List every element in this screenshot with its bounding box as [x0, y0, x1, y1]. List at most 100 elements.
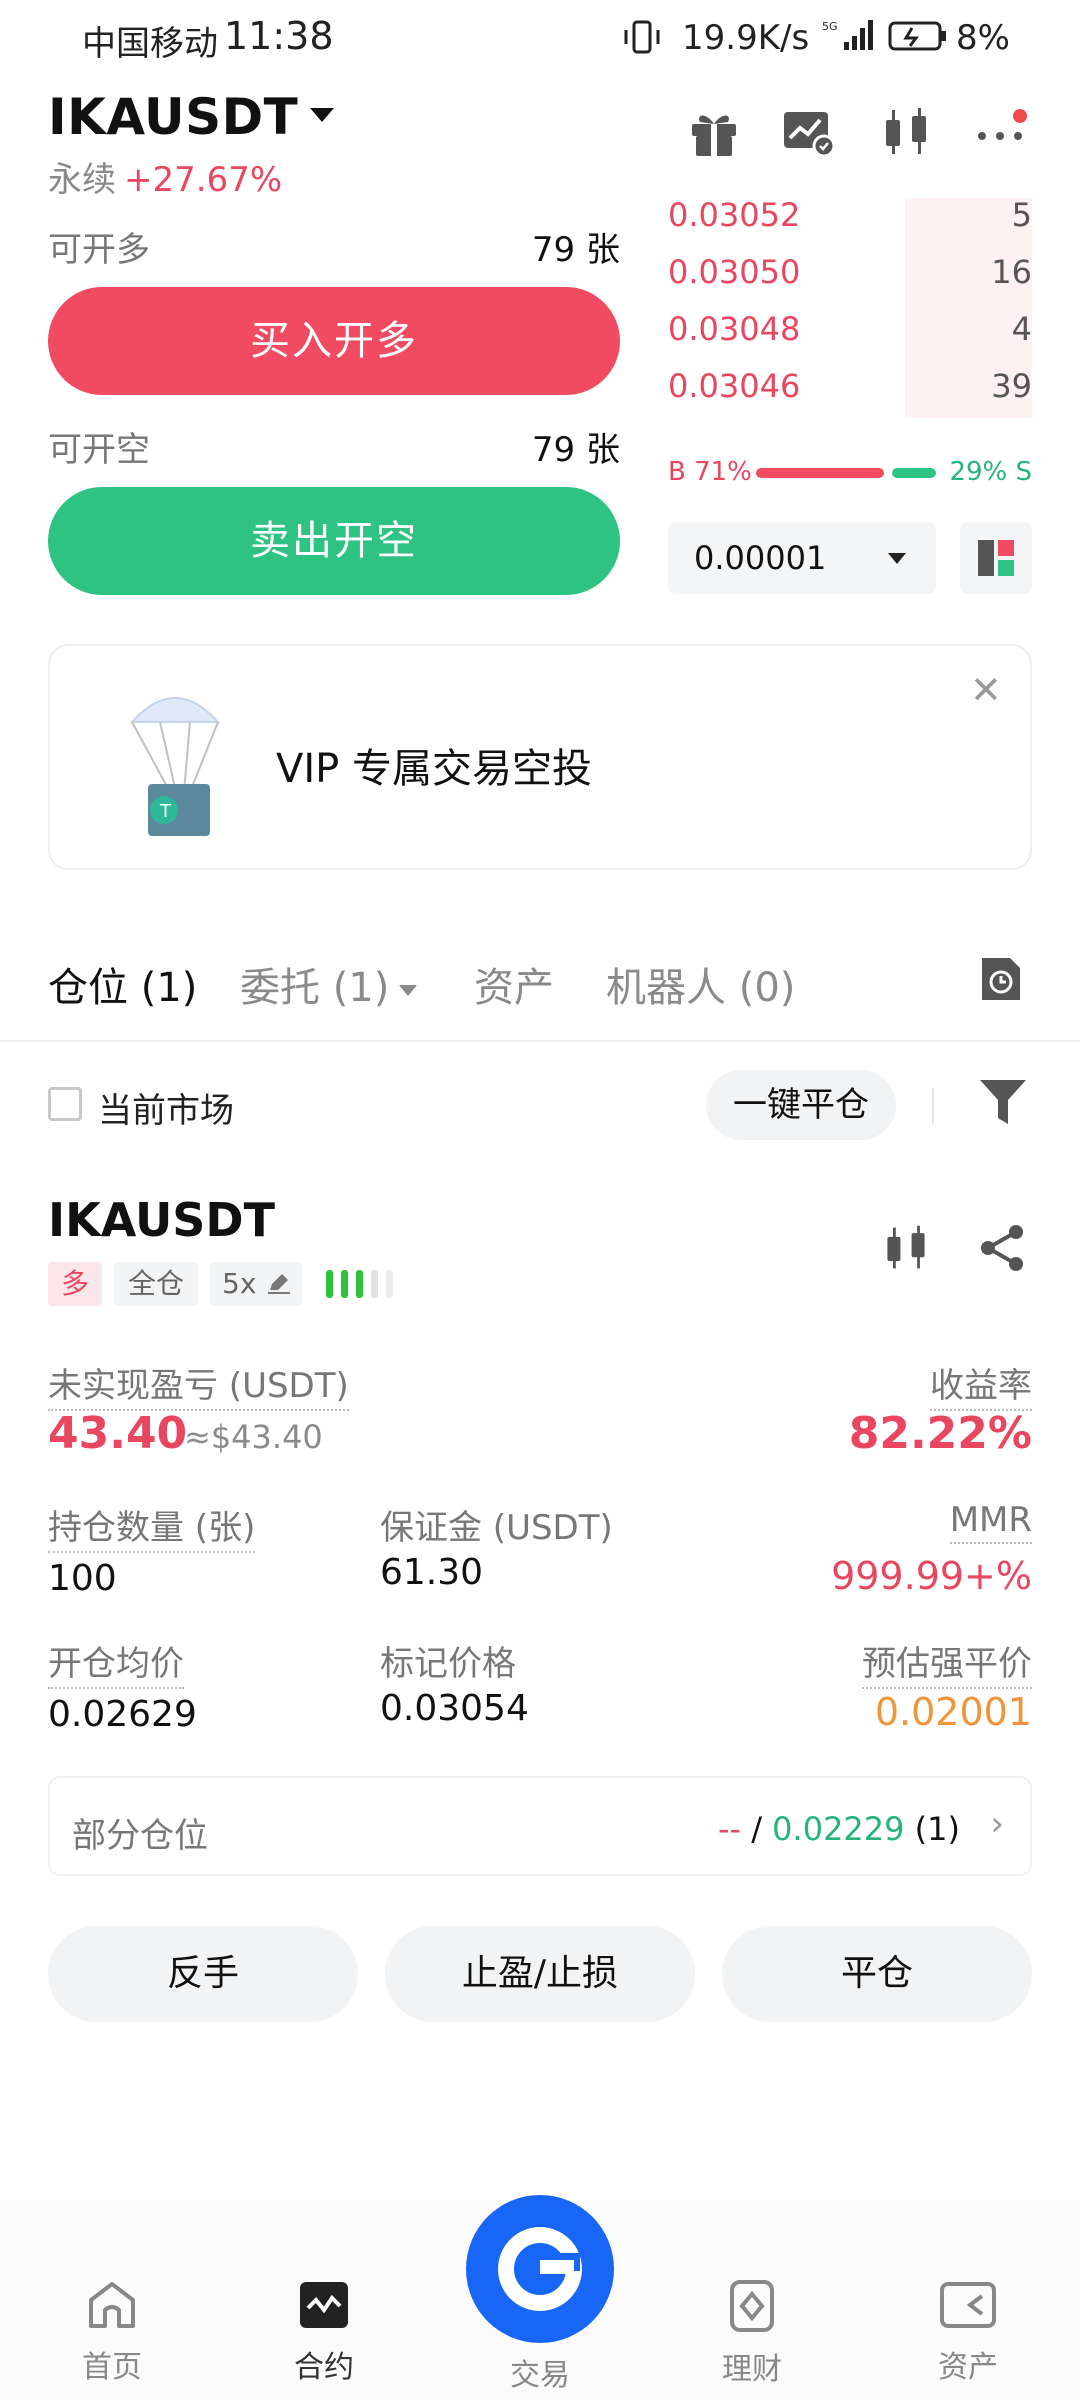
candlestick-icon[interactable] — [878, 104, 934, 160]
candlestick-icon[interactable] — [880, 1222, 932, 1274]
nav-trade[interactable]: 交易 — [470, 2350, 610, 2394]
vibrate-icon — [624, 20, 660, 54]
share-icon[interactable] — [976, 1222, 1028, 1274]
sell-ratio-label: 29% S — [949, 457, 1032, 487]
symbol-subtitle: 永续 +27.67% — [48, 152, 282, 201]
trade-center-button[interactable] — [466, 2195, 614, 2343]
position-size-value: 100 — [48, 1558, 117, 1599]
gift-icon[interactable] — [686, 104, 742, 160]
partial-separator: / — [751, 1810, 762, 1848]
more-icon[interactable] — [974, 104, 1030, 160]
side-tag: 多 — [48, 1262, 102, 1306]
ask-price[interactable]: 0.03048 — [668, 310, 800, 348]
edit-icon — [268, 1274, 290, 1294]
roi-value: 82.22% — [848, 1408, 1032, 1459]
position-size-label[interactable]: 持仓数量 (张) — [48, 1500, 256, 1553]
status-bar: 中国移动 11:38 19.9K/s 5G 8% — [0, 0, 1080, 74]
chart-alert-icon[interactable] — [780, 104, 836, 160]
margin-label: 保证金 (USDT) — [380, 1508, 613, 1548]
nav-trade-label: 交易 — [510, 2358, 570, 2393]
change-percent: +27.67% — [124, 160, 283, 200]
airdrop-parachute-icon: T — [129, 697, 221, 836]
nav-contract-label: 合约 — [294, 2350, 354, 2385]
nav-assets[interactable]: 资产 — [898, 2280, 1038, 2386]
svg-text:T: T — [159, 801, 172, 822]
nav-home-label: 首页 — [82, 2350, 142, 2385]
partial-count: (1) — [914, 1810, 960, 1848]
home-icon — [89, 2282, 135, 2328]
leverage-tag[interactable]: 5x — [210, 1262, 302, 1306]
partial-position-label: 部分仓位 — [72, 1816, 208, 1856]
ask-qty: 16 — [991, 253, 1032, 291]
nav-assets-label: 资产 — [938, 2350, 998, 2385]
svg-text:5G: 5G — [822, 20, 838, 33]
price-precision-select[interactable]: 0.00001 — [668, 522, 936, 594]
current-market-label: 当前市场 — [98, 1091, 234, 1131]
mmr-label[interactable]: MMR — [949, 1500, 1032, 1544]
partial-tp-value: -- — [717, 1810, 742, 1848]
signal-icon: 5G — [822, 20, 873, 50]
margin-mode-tag[interactable]: 全仓 — [114, 1262, 198, 1306]
contract-type: 永续 — [48, 160, 116, 200]
long-available-label: 可开多 — [48, 230, 150, 270]
current-market-checkbox[interactable] — [48, 1087, 82, 1121]
buy-long-button[interactable]: 买入开多 — [48, 287, 620, 395]
mark-price-value: 0.03054 — [380, 1688, 529, 1729]
buy-ratio-bar — [756, 468, 884, 478]
chevron-down-icon — [399, 984, 418, 996]
carrier-label: 中国移动 — [82, 24, 218, 64]
close-all-button[interactable]: 一键平仓 — [706, 1070, 896, 1140]
clock: 11:38 — [224, 14, 334, 58]
sell-short-button[interactable]: 卖出开空 — [48, 487, 620, 595]
tab-orders[interactable]: 委托 (1) — [240, 955, 418, 1013]
tab-positions[interactable]: 仓位 (1) — [48, 955, 197, 1013]
network-speed: 19.9K/s — [682, 18, 810, 58]
precision-value: 0.00001 — [694, 539, 827, 577]
close-position-button[interactable]: 平仓 — [722, 1926, 1032, 2022]
ask-price[interactable]: 0.03052 — [668, 196, 800, 234]
reverse-button[interactable]: 反手 — [48, 1926, 358, 2022]
nav-home[interactable]: 首页 — [42, 2280, 182, 2386]
trade-icon — [498, 2227, 582, 2311]
mark-price-label: 标记价格 — [380, 1644, 516, 1684]
ask-price[interactable]: 0.03050 — [668, 253, 800, 291]
short-available-qty: 79 张 — [531, 430, 620, 470]
entry-price-label[interactable]: 开仓均价 — [48, 1636, 184, 1689]
symbol-title: IKAUSDT — [48, 88, 299, 146]
position-symbol[interactable]: IKAUSDT — [48, 1193, 275, 1247]
close-icon[interactable]: ✕ — [970, 668, 1002, 712]
buy-ratio-label: B 71% — [668, 457, 752, 487]
history-record-icon[interactable] — [978, 954, 1024, 1004]
ask-price[interactable]: 0.03046 — [668, 367, 800, 405]
promo-text: VIP 专属交易空投 — [276, 746, 592, 792]
liq-price-value: 0.02001 — [874, 1690, 1032, 1734]
partial-position-row[interactable]: 部分仓位 -- / 0.02229 (1) › — [48, 1776, 1032, 1876]
unrealized-pnl-label[interactable]: 未实现盈亏 (USDT) — [48, 1358, 349, 1411]
leverage-value: 5x — [222, 1267, 257, 1300]
nav-finance[interactable]: 理财 — [682, 2280, 822, 2388]
short-available-label: 可开空 — [48, 430, 150, 470]
tab-bots[interactable]: 机器人 (0) — [606, 955, 795, 1013]
unrealized-pnl-value: 43.40 — [48, 1408, 188, 1459]
roi-label[interactable]: 收益率 — [930, 1358, 1032, 1411]
battery-icon — [888, 21, 946, 51]
liq-price-label[interactable]: 预估强平价 — [862, 1636, 1032, 1689]
tp-sl-button[interactable]: 止盈/止损 — [385, 1926, 695, 2022]
long-available-qty: 79 张 — [531, 230, 620, 270]
entry-price-value: 0.02629 — [48, 1694, 197, 1735]
symbol-selector[interactable]: IKAUSDT — [48, 88, 335, 146]
finance-icon — [730, 2280, 774, 2332]
ask-qty: 5 — [1011, 196, 1032, 234]
ask-qty: 4 — [1011, 310, 1032, 348]
tab-orders-label: 委托 (1) — [240, 965, 390, 1011]
partial-sl-value: 0.02229 — [772, 1810, 905, 1848]
partial-position-values: -- / 0.02229 (1) — [718, 1810, 960, 1848]
layout-icon — [978, 540, 1014, 576]
nav-contract[interactable]: 合约 — [254, 2280, 394, 2386]
filter-separator — [932, 1088, 934, 1124]
tab-assets[interactable]: 资产 — [474, 955, 554, 1013]
filter-icon[interactable] — [978, 1076, 1028, 1128]
order-book-layout-button[interactable] — [960, 522, 1032, 594]
adl-indicator-icon — [326, 1270, 393, 1298]
mmr-value: 999.99+% — [831, 1554, 1032, 1598]
